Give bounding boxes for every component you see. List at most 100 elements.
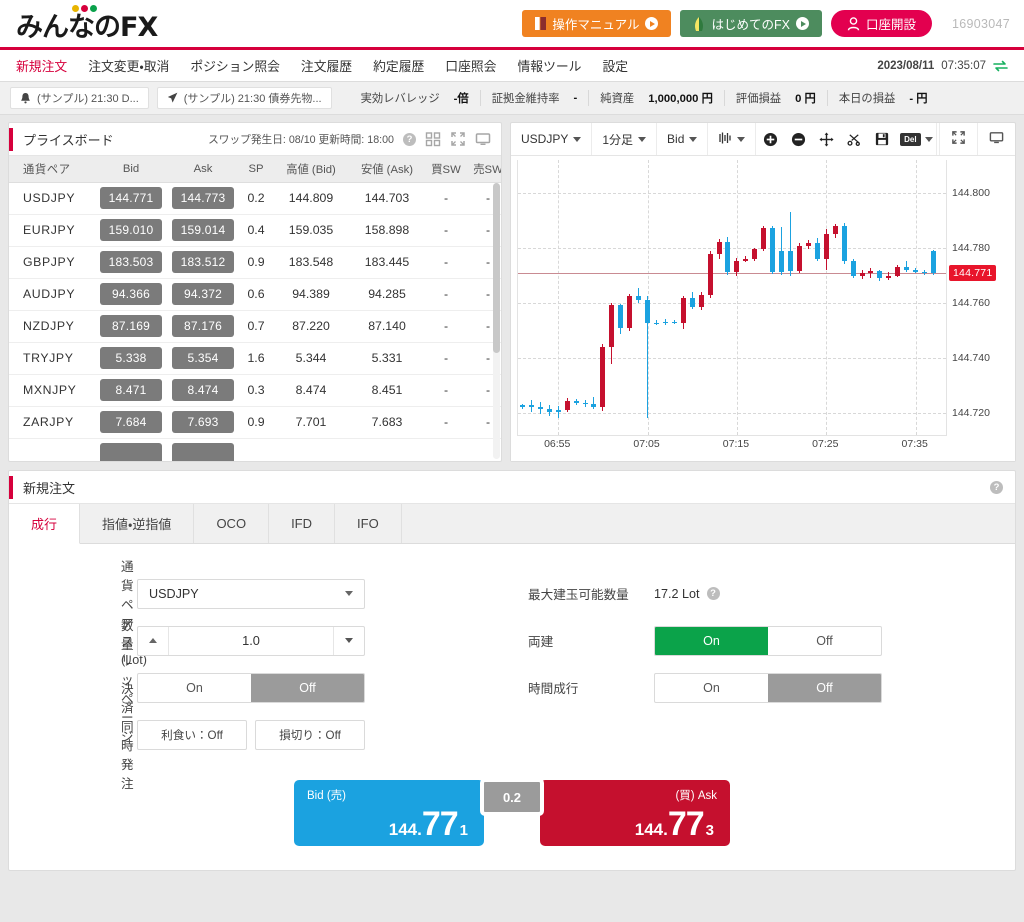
table-row[interactable] <box>9 438 501 461</box>
nav-item-5[interactable]: 口座照会 <box>445 56 496 75</box>
row-2-bid[interactable]: 183.503 <box>100 251 162 273</box>
row-4-bid[interactable]: 87.169 <box>100 315 162 337</box>
hedge-toggle[interactable]: On Off <box>654 625 882 656</box>
spread-value: 0.2 <box>480 778 544 816</box>
scissors-icon[interactable] <box>840 132 868 147</box>
field-max-lot: 最大建玉可能数量 17.2 Lot ? <box>512 570 1015 617</box>
time-order-on-option[interactable]: On <box>655 674 768 702</box>
news-chip-2[interactable]: (サンプル) 21:30 債券先物... <box>156 87 332 109</box>
col-header-3[interactable]: SP <box>239 156 273 183</box>
row-0-ask[interactable]: 144.773 <box>172 187 234 209</box>
take-profit-button[interactable]: 利食い：Off <box>137 719 247 750</box>
price-board-head-row: 通貨ペア Bid Ask SP 高値 (Bid) 安値 (Ask) 買SW 売SW <box>9 156 501 183</box>
beginner-fx-button[interactable]: はじめてのFX <box>680 10 822 37</box>
row-0-bid[interactable]: 144.771 <box>100 187 162 209</box>
slippage-off-option[interactable]: Off <box>251 673 364 702</box>
col-header-2[interactable]: Ask <box>167 156 239 183</box>
row-2-ask[interactable]: 183.512 <box>172 251 234 273</box>
partial-row-ask[interactable] <box>172 443 234 461</box>
nav-item-4[interactable]: 約定履歴 <box>373 56 424 75</box>
col-header-5[interactable]: 安値 (Ask) <box>349 156 425 183</box>
currency-pair-value: USDJPY <box>149 586 199 601</box>
help-icon[interactable]: ? <box>706 587 720 600</box>
row-5-ask[interactable]: 5.354 <box>172 347 234 369</box>
hedge-off-option[interactable]: Off <box>768 627 881 655</box>
chart-delete-select[interactable]: Del <box>896 132 936 146</box>
row-4-high: 87.220 <box>273 310 349 343</box>
tab-OCO[interactable]: OCO <box>194 504 270 543</box>
col-header-0[interactable]: 通貨ペア <box>9 156 95 183</box>
col-header-7[interactable]: 売SW <box>467 156 501 183</box>
nav-item-7[interactable]: 設定 <box>602 56 628 75</box>
zoom-in-icon[interactable] <box>756 132 784 147</box>
table-row[interactable]: NZDJPY 87.169 87.176 0.7 87.220 87.140- - <box>9 310 501 343</box>
table-row[interactable]: TRYJPY 5.338 5.354 1.6 5.344 5.331- - <box>9 342 501 375</box>
chart-timeframe-select[interactable]: 1分足 <box>592 123 658 155</box>
col-header-4[interactable]: 高値 (Bid) <box>273 156 349 183</box>
monitor-icon[interactable] <box>475 131 491 147</box>
nav-item-1[interactable]: 注文変更・取消 <box>88 56 169 75</box>
currency-pair-select[interactable]: USDJPY <box>137 578 365 609</box>
stop-loss-button[interactable]: 損切り：Off <box>255 719 365 750</box>
table-row[interactable]: AUDJPY 94.366 94.372 0.6 94.389 94.285- - <box>9 278 501 311</box>
quantity-increment-button[interactable] <box>138 626 169 655</box>
quantity-stepper[interactable]: 1.0 <box>137 625 365 656</box>
col-header-1[interactable]: Bid <box>95 156 167 183</box>
open-account-button[interactable]: 口座開設 <box>830 10 932 37</box>
logo-dots <box>72 4 97 12</box>
chart-expand-button[interactable] <box>939 123 977 155</box>
chart-pricetype-select[interactable]: Bid <box>657 123 709 155</box>
tab-IFD[interactable]: IFD <box>269 504 336 543</box>
news-chip-1[interactable]: (サンプル) 21:30 D... <box>10 87 149 109</box>
row-6-bid[interactable]: 8.471 <box>100 379 162 401</box>
bid-sell-button[interactable]: Bid (売) 144. 77 1 <box>294 780 484 846</box>
quantity-value[interactable]: 1.0 <box>169 627 333 655</box>
manual-button[interactable]: 操作マニュアル <box>522 10 672 37</box>
zoom-out-icon[interactable] <box>784 132 812 147</box>
price-board-scrollbar[interactable] <box>493 183 500 459</box>
help-icon[interactable]: ? <box>403 132 416 146</box>
table-row[interactable]: USDJPY 144.771 144.773 0.2 144.809 144.703- - <box>9 182 501 215</box>
row-6-ask[interactable]: 8.474 <box>172 379 234 401</box>
chart-plot-area[interactable] <box>517 160 947 436</box>
move-crosshair-icon[interactable] <box>812 131 840 147</box>
row-1-ask[interactable]: 159.014 <box>172 219 234 241</box>
save-icon[interactable] <box>868 132 896 146</box>
row-4-ask[interactable]: 87.176 <box>172 315 234 337</box>
tab-指値・逆指値[interactable]: 指値・逆指値 <box>80 504 195 543</box>
table-row[interactable]: MXNJPY 8.471 8.474 0.3 8.474 8.451- - <box>9 374 501 407</box>
row-5-bid[interactable]: 5.338 <box>100 347 162 369</box>
partial-row-bid[interactable] <box>100 443 162 461</box>
table-row[interactable]: ZARJPY 7.684 7.693 0.9 7.701 7.683- - <box>9 406 501 439</box>
table-row[interactable]: EURJPY 159.010 159.014 0.4 159.035 158.898- - <box>9 214 501 247</box>
nav-item-0[interactable]: 新規注文 <box>16 56 67 75</box>
tab-IFO[interactable]: IFO <box>335 504 402 543</box>
row-7-ask[interactable]: 7.693 <box>172 411 234 433</box>
ask-buy-button[interactable]: (買) Ask 144. 77 3 <box>540 780 730 846</box>
quantity-decrement-button[interactable] <box>333 626 364 655</box>
nav-item-3[interactable]: 注文履歴 <box>301 56 352 75</box>
slippage-on-option[interactable]: On <box>138 674 251 702</box>
grid-view-icon[interactable] <box>425 131 441 147</box>
chart-body[interactable]: 144.800 144.780 144.760 144.740 144.720 144.7… <box>511 156 1015 461</box>
nav-item-2[interactable]: ポジション照会 <box>190 56 280 75</box>
candlestick-22 <box>716 160 722 441</box>
chart-symbol-select[interactable]: USDJPY <box>511 123 593 155</box>
tab-成行[interactable]: 成行 <box>9 504 81 544</box>
row-1-bid[interactable]: 159.010 <box>100 219 162 241</box>
table-row[interactable]: GBPJPY 183.503 183.512 0.9 183.548 183.445- - <box>9 246 501 279</box>
row-7-bid[interactable]: 7.684 <box>100 411 162 433</box>
chart-monitor-button[interactable] <box>977 123 1015 155</box>
sync-arrows-icon[interactable] <box>993 60 1008 72</box>
help-icon[interactable]: ? <box>990 480 1003 494</box>
slippage-toggle[interactable]: On Off <box>137 672 365 703</box>
row-3-bid[interactable]: 94.366 <box>100 283 162 305</box>
row-3-ask[interactable]: 94.372 <box>172 283 234 305</box>
time-order-off-option[interactable]: Off <box>768 673 881 702</box>
nav-item-6[interactable]: 情報ツール <box>517 56 581 75</box>
col-header-6[interactable]: 買SW <box>425 156 467 183</box>
time-order-toggle[interactable]: On Off <box>654 672 882 703</box>
chart-indicator-select[interactable] <box>708 123 757 155</box>
expand-icon[interactable] <box>450 131 466 147</box>
hedge-on-option[interactable]: On <box>655 626 768 655</box>
